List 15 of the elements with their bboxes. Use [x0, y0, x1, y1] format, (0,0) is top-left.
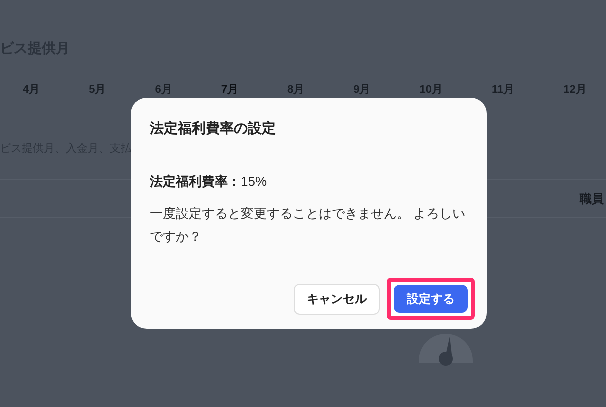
- column-header: 職員: [580, 190, 604, 208]
- cancel-button[interactable]: キャンセル: [294, 284, 380, 314]
- month-tab[interactable]: 5月: [89, 82, 106, 98]
- month-tab[interactable]: 9月: [354, 82, 371, 98]
- month-tab[interactable]: 10月: [420, 82, 443, 98]
- month-tab[interactable]: 11月: [492, 82, 515, 98]
- confirmation-message: 一度設定すると変更することはできません。 よろしいですか？: [150, 205, 467, 246]
- month-tab[interactable]: 4月: [23, 82, 40, 98]
- month-tab[interactable]: 7月: [221, 82, 238, 98]
- dialog-title: 法定福利費率の設定: [150, 119, 276, 138]
- month-tab[interactable]: 12月: [564, 82, 587, 98]
- rate-text: 法定福利費率：15%: [150, 173, 268, 191]
- month-tab[interactable]: 6月: [155, 82, 172, 98]
- confirm-button[interactable]: 設定する: [394, 285, 468, 313]
- month-tab[interactable]: 8月: [288, 82, 305, 98]
